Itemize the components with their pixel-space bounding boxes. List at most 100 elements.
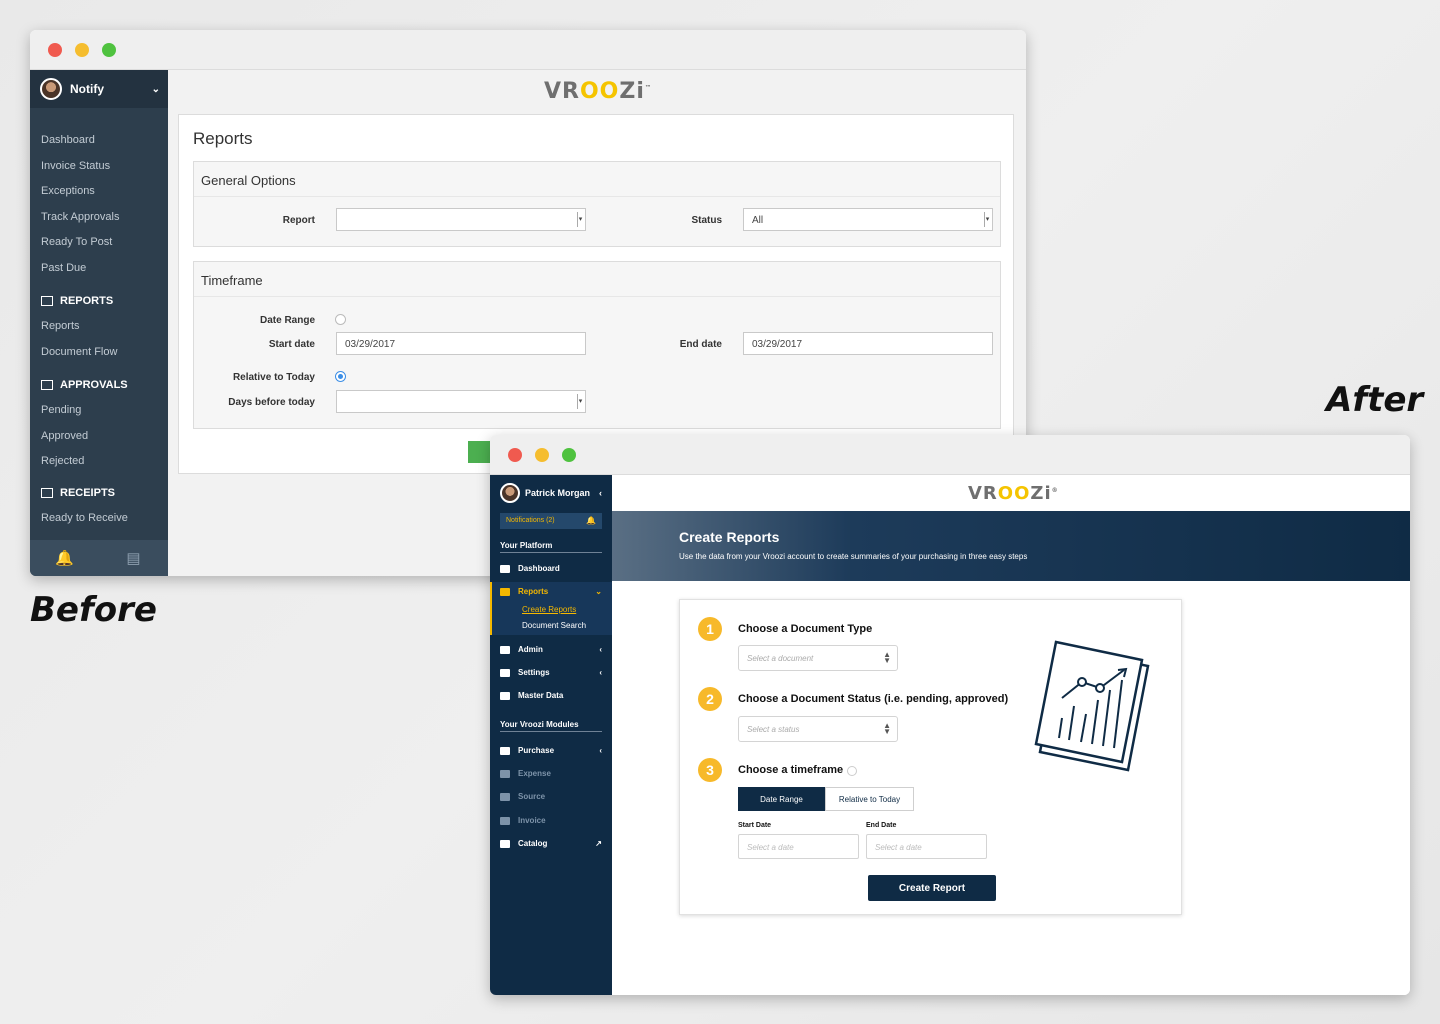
section-approvals-label: APPROVALS [60, 379, 128, 391]
sidebar-item-reports[interactable]: Reports [41, 320, 80, 332]
sidebar-item-pending[interactable]: Pending [41, 404, 81, 416]
end-date-input[interactable]: Select a date [866, 834, 987, 859]
card-icon [500, 769, 510, 778]
date-range-label: Date Range [259, 315, 315, 326]
step-2-title: Choose a Document Status (i.e. pending, … [738, 693, 1009, 705]
bell-icon: 🔔 [586, 516, 596, 525]
sidebar-item-catalog[interactable]: Catalog ↗ [500, 839, 602, 848]
sidebar: Notify ⌄ Dashboard Invoice Status Except… [30, 70, 168, 576]
end-date-label: End Date [866, 822, 897, 829]
report-select[interactable]: ▾ [336, 208, 586, 231]
dropdown-caret-icon: ▾ [577, 212, 583, 227]
sidebar-item-master-data[interactable]: Master Data [500, 691, 602, 700]
receipt-icon [41, 488, 53, 498]
minimize-window-button[interactable] [75, 43, 89, 57]
close-window-button[interactable] [48, 43, 62, 57]
sidebar-subitem-create-reports[interactable]: Create Reports [522, 605, 576, 614]
start-date-input[interactable]: Select a date [738, 834, 859, 859]
invoice-icon [500, 816, 510, 825]
sidebar-item-reports[interactable]: Reports ⌄ [500, 587, 602, 596]
dropdown-caret-icon: ▾ [984, 212, 990, 227]
sidebar-item-dashboard[interactable]: Dashboard [41, 134, 95, 146]
document-status-select[interactable]: Select a status ▲ ▼ [738, 716, 898, 742]
users-icon [500, 645, 510, 654]
bar-chart-icon [500, 587, 510, 596]
vroozi-logo: VROOZi™ [544, 79, 652, 104]
database-icon [500, 691, 510, 700]
document-type-select[interactable]: Select a document ▲ ▼ [738, 645, 898, 671]
close-window-button[interactable] [508, 448, 522, 462]
sidebar-item-invoice-status[interactable]: Invoice Status [41, 160, 110, 172]
sidebar-item-rejected[interactable]: Rejected [41, 455, 84, 467]
step-1-badge: 1 [698, 617, 722, 641]
days-before-today-select[interactable]: ▾ [336, 390, 586, 413]
book-icon [500, 839, 510, 848]
chevron-down-icon: ⌄ [151, 83, 160, 95]
start-date-label: Start date [268, 339, 315, 350]
section-reports-label: REPORTS [60, 295, 114, 307]
avatar [40, 78, 62, 100]
user-menu[interactable]: Notify ⌄ [30, 70, 168, 108]
list-icon [41, 380, 53, 390]
end-date-input[interactable]: 03/29/2017 [743, 332, 993, 355]
dropdown-caret-icon: ▾ [577, 394, 583, 409]
user-menu[interactable]: Patrick Morgan ‹ [500, 483, 602, 503]
report-document-illustration-icon [1034, 640, 1150, 772]
end-date-label: End date [679, 339, 722, 350]
sidebar-item-track-approvals[interactable]: Track Approvals [41, 211, 119, 223]
notifications-button[interactable]: Notifications (2) 🔔 [500, 513, 602, 529]
page-subtitle: Use the data from your Vroozi account to… [679, 552, 1028, 561]
timeframe-toggle: Date Range Relative to Today [738, 787, 914, 811]
info-icon[interactable] [847, 766, 857, 776]
maximize-window-button[interactable] [562, 448, 576, 462]
sidebar-item-source[interactable]: Source [500, 792, 602, 801]
sidebar: Patrick Morgan ‹ Notifications (2) 🔔 You… [490, 475, 612, 995]
sidebar-item-ready-to-post[interactable]: Ready To Post [41, 236, 112, 248]
start-date-label: Start Date [738, 822, 772, 829]
title-bar [490, 435, 1410, 475]
sidebar-subitem-document-search[interactable]: Document Search [522, 621, 586, 630]
relative-to-today-tab[interactable]: Relative to Today [825, 787, 914, 811]
sidebar-item-invoice[interactable]: Invoice [500, 816, 602, 825]
date-range-tab[interactable]: Date Range [738, 787, 825, 811]
start-date-input[interactable]: 03/29/2017 [336, 332, 586, 355]
create-report-card: 1 Choose a Document Type Select a docume… [679, 599, 1182, 915]
minimize-window-button[interactable] [535, 448, 549, 462]
general-options-legend: General Options [201, 173, 296, 188]
date-range-radio[interactable] [335, 314, 346, 325]
sidebar-item-past-due[interactable]: Past Due [41, 262, 86, 274]
sidebar-item-admin[interactable]: Admin ‹ [500, 645, 602, 654]
sidebar-item-purchase[interactable]: Purchase ‹ [500, 746, 602, 755]
sidebar-item-settings[interactable]: Settings ‹ [500, 668, 602, 677]
timeframe-fieldset: Timeframe Date Range Start date 03/29/20… [193, 261, 1001, 429]
chevron-left-icon: ‹ [599, 746, 602, 755]
relative-to-today-radio[interactable] [335, 371, 346, 382]
page-title: Reports [193, 129, 253, 148]
maximize-window-button[interactable] [102, 43, 116, 57]
create-report-button[interactable]: Create Report [868, 875, 996, 901]
sidebar-item-document-flow[interactable]: Document Flow [41, 346, 117, 358]
sidebar-item-approved[interactable]: Approved [41, 430, 88, 442]
chevron-down-icon: ⌄ [595, 587, 602, 596]
title-bar [30, 30, 1026, 70]
step-1-title: Choose a Document Type [738, 623, 873, 635]
bell-icon[interactable]: 🔔 [30, 540, 99, 576]
sidebar-item-exceptions[interactable]: Exceptions [41, 185, 95, 197]
days-before-today-label: Days before today [228, 397, 315, 408]
sidebar-item-ready-to-receive[interactable]: Ready to Receive [41, 512, 128, 524]
monitor-icon [500, 564, 510, 573]
section-reports: REPORTS [41, 295, 113, 307]
after-window: Patrick Morgan ‹ Notifications (2) 🔔 You… [490, 435, 1410, 995]
book-icon[interactable]: ▤ [99, 540, 168, 576]
sidebar-footer: 🔔 ▤ [30, 540, 168, 576]
sidebar-item-expense[interactable]: Expense [500, 769, 602, 778]
page-header: Create Reports Use the data from your Vr… [612, 511, 1410, 581]
modules-heading: Your Vroozi Modules [500, 720, 602, 732]
sidebar-item-dashboard[interactable]: Dashboard [500, 564, 602, 573]
step-2-badge: 2 [698, 687, 722, 711]
chevron-left-icon: ‹ [599, 668, 602, 677]
reports-panel: Reports General Options Report ▾ Status … [178, 114, 1014, 474]
status-select[interactable]: All ▾ [743, 208, 993, 231]
step-3-title: Choose a timeframe [738, 764, 844, 776]
report-label: Report [282, 215, 315, 226]
